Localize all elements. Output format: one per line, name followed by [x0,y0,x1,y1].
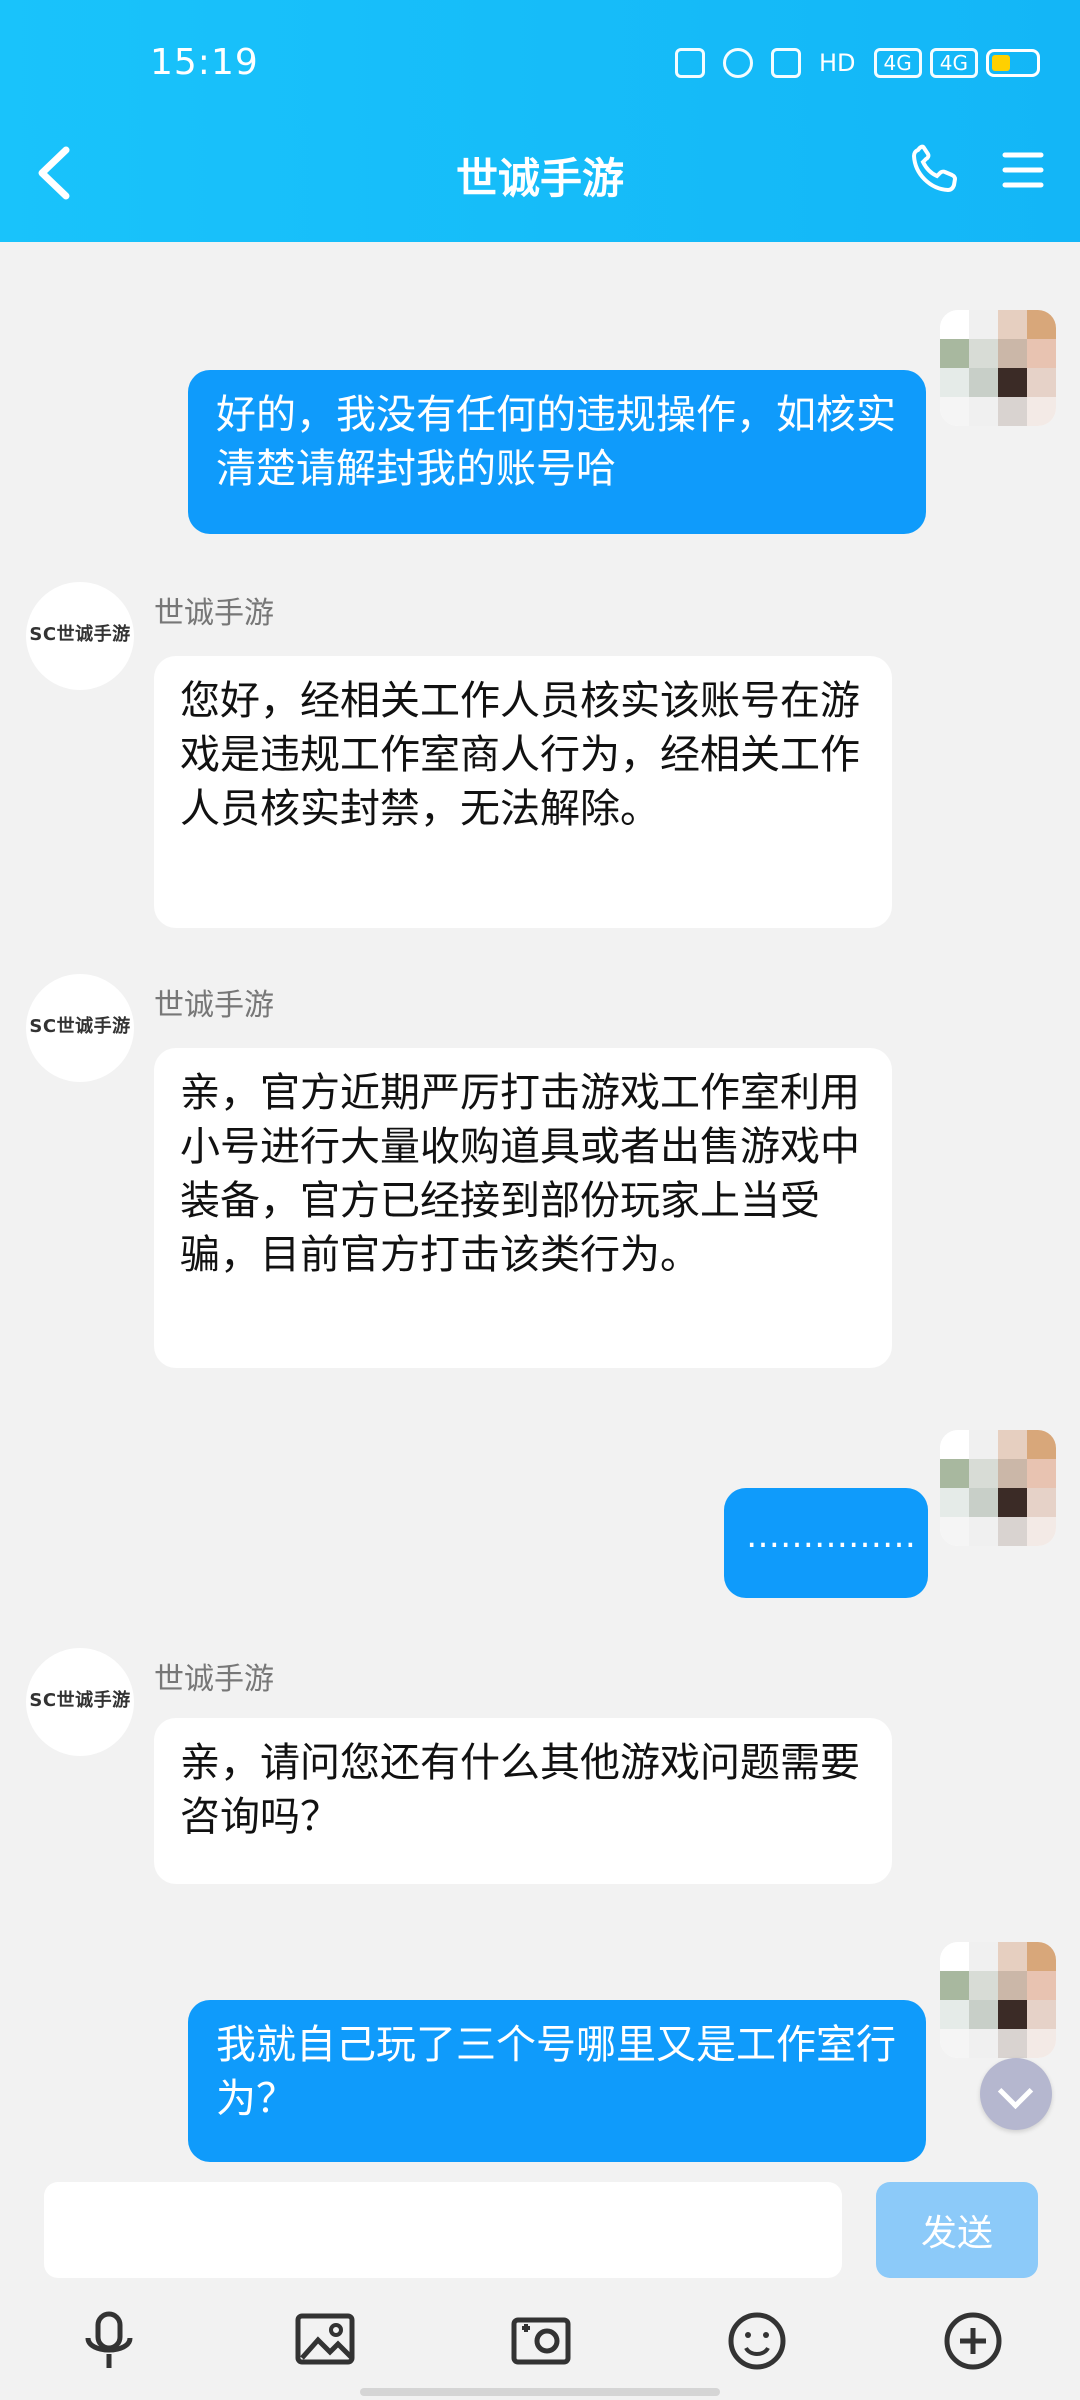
chat-area: 好的，我没有任何的违规操作，如核实清楚请解封我的账号哈 SC世诚手游 世诚手游 … [0,242,1080,2162]
avatar-mosaic [940,310,1056,426]
avatar-mosaic [940,1942,1056,2058]
status-icons: HD 4G 4G [675,48,1040,78]
battery-icon [986,49,1040,77]
sender-name: 世诚手游 [154,988,274,1023]
message-bubble-user[interactable]: …………… [724,1488,928,1598]
agent-avatar[interactable]: SC世诚手游 [26,1648,134,1756]
scroll-down-button[interactable] [980,2058,1052,2130]
home-indicator [360,2388,720,2396]
network-4g-label: 4G [883,51,912,75]
agent-avatar[interactable]: SC世诚手游 [26,582,134,690]
message-bubble-user[interactable]: 我就自己玩了三个号哪里又是工作室行为？ [188,2000,926,2162]
message-bubble-agent[interactable]: 您好，经相关工作人员核实该账号在游戏是违规工作室商人行为，经相关工作人员核实封禁… [154,656,892,928]
agent-avatar[interactable]: SC世诚手游 [26,974,134,1082]
sender-name: 世诚手游 [154,596,274,631]
alarm-icon [723,48,753,78]
wifi-icon [771,48,801,78]
plus-icon[interactable] [938,2306,1008,2376]
agent-logo-text: SC世诚手游 [29,624,131,645]
message-bubble-user[interactable]: 好的，我没有任何的违规操作，如核实清楚请解封我的账号哈 [188,370,926,534]
user-avatar[interactable] [940,1430,1056,1546]
user-avatar[interactable] [940,310,1056,426]
phone-call-icon[interactable] [908,144,960,196]
message-bubble-agent[interactable]: 亲，请问您还有什么其他游戏问题需要咨询吗？ [154,1718,892,1884]
image-icon[interactable] [290,2306,360,2376]
microphone-icon[interactable] [74,2306,144,2376]
message-bubble-agent[interactable]: 亲，官方近期严厉打击游戏工作室利用小号进行大量收购道具或者出售游戏中装备，官方已… [154,1048,892,1368]
network-4g-label-2: 4G [939,51,968,75]
emoji-icon[interactable] [722,2306,792,2376]
user-avatar[interactable] [940,1942,1056,2058]
agent-logo-text: SC世诚手游 [29,1016,131,1037]
top-bar: 15:19 HD 4G 4G 世诚手游 [0,0,1080,242]
sender-name: 世诚手游 [154,1662,274,1697]
camera-icon[interactable] [506,2306,576,2376]
nfc-icon [675,48,705,78]
send-button[interactable]: 发送 [876,2182,1038,2278]
message-input[interactable] [44,2182,842,2278]
hd-badge: HD [819,49,856,77]
agent-logo-text: SC世诚手游 [29,1690,131,1711]
menu-icon[interactable] [1000,147,1046,193]
status-time: 15:19 [150,42,259,83]
avatar-mosaic [940,1430,1056,1546]
